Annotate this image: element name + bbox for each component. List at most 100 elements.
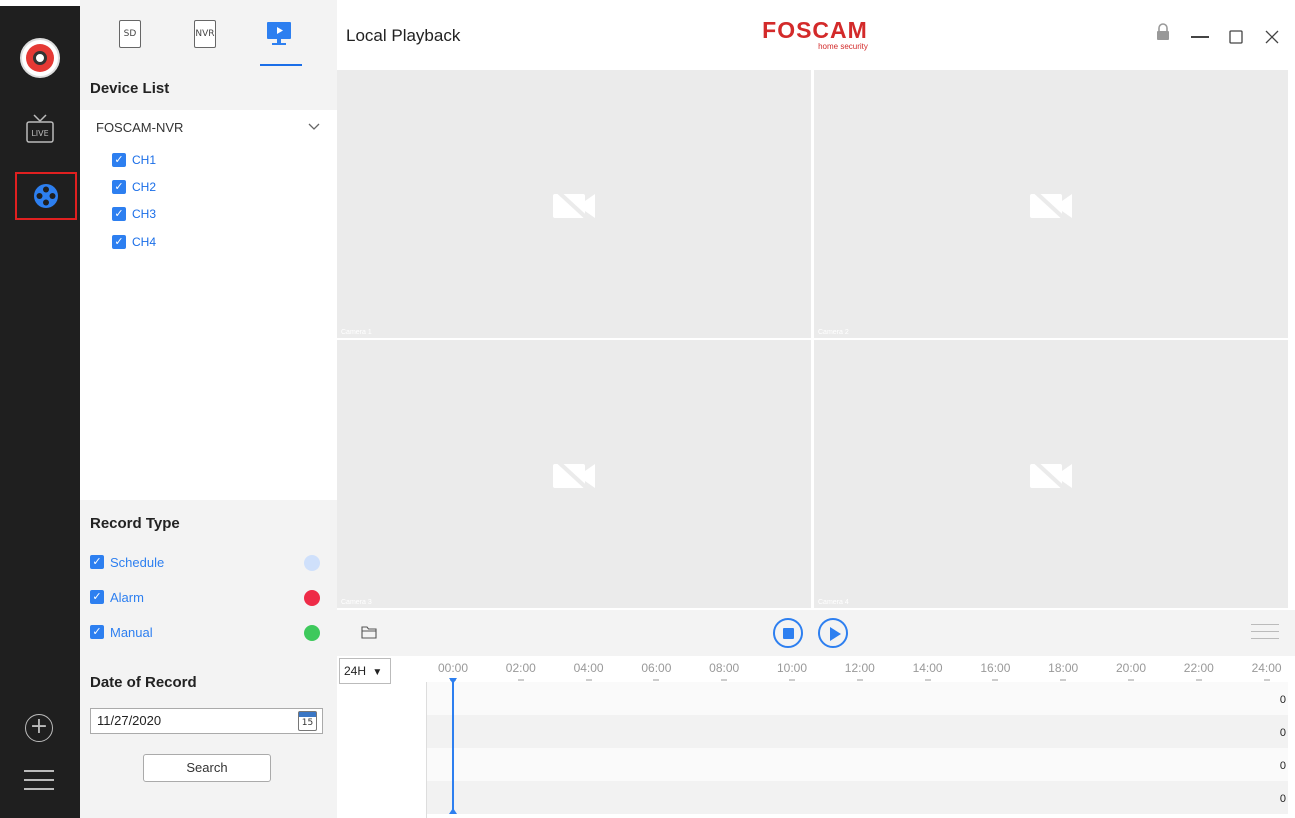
schedule-color-dot: [304, 555, 320, 571]
checkbox-checked-icon[interactable]: ✓: [90, 625, 104, 639]
checkbox-checked-icon[interactable]: ✓: [112, 207, 126, 221]
video-cell-1[interactable]: Camera 1: [337, 70, 811, 338]
brand-tagline: home security: [818, 42, 868, 51]
menu-icon[interactable]: [24, 770, 54, 792]
channel-label: CH1: [132, 153, 157, 167]
timeline-tick-label: 04:00: [573, 661, 604, 675]
device-list: FOSCAM-NVR ✓ CH1 ✓ CH2 ✓ CH3 ✓ CH4: [80, 110, 337, 500]
channel-item-ch4[interactable]: ✓ CH4: [112, 234, 156, 250]
play-icon: [830, 627, 841, 641]
time-scale-value: 24H: [344, 664, 367, 678]
navigation-rail: LIVE +: [0, 0, 80, 818]
track-value: 0: [1279, 727, 1286, 739]
side-panel: SD NVR Device List FOSCAM-NVR ✓ CH1 ✓ CH…: [80, 0, 337, 818]
checkbox-checked-icon[interactable]: ✓: [112, 153, 126, 167]
maximize-icon[interactable]: [1228, 26, 1244, 50]
no-video-icon: [1029, 456, 1072, 494]
track-value: 0: [1279, 694, 1286, 706]
calendar-icon[interactable]: 15: [298, 711, 317, 731]
checkbox-checked-icon[interactable]: ✓: [112, 180, 126, 194]
timeline-tick-label: 18:00: [1048, 661, 1079, 675]
video-grid: Camera 1 Camera 2 Camera 3 Camera 4: [337, 70, 1289, 608]
channel-item-ch2[interactable]: ✓ CH2: [112, 179, 156, 195]
checkbox-checked-icon[interactable]: ✓: [90, 555, 104, 569]
no-video-icon: [552, 456, 595, 494]
search-button[interactable]: Search: [143, 754, 271, 782]
no-video-icon: [552, 186, 595, 224]
time-scale-dropdown[interactable]: 24H ▼: [339, 658, 391, 684]
track-value: 0: [1279, 760, 1286, 772]
video-cell-2[interactable]: Camera 2: [814, 70, 1288, 338]
channel-item-ch3[interactable]: ✓ CH3: [112, 206, 156, 222]
folder-icon[interactable]: [361, 624, 377, 639]
playback-controls: [337, 610, 1295, 656]
camera-label: Camera 3: [341, 599, 372, 606]
checkbox-checked-icon[interactable]: ✓: [112, 235, 126, 249]
checkbox-checked-icon[interactable]: ✓: [90, 590, 104, 604]
source-tabs: SD NVR: [80, 0, 337, 70]
timeline-track-4: 0: [427, 781, 1288, 814]
timeline-track-2: 0: [427, 715, 1288, 748]
timeline-tick-label: 14:00: [912, 661, 943, 675]
play-button[interactable]: [818, 618, 848, 648]
device-list-title: Device List: [90, 80, 170, 97]
local-pc-tab[interactable]: [266, 20, 292, 50]
record-type-title: Record Type: [90, 515, 180, 532]
timeline-tick-mark: [924, 679, 931, 681]
timeline-tick-mark: [856, 679, 863, 681]
timeline-tracks[interactable]: 0 0 0 0: [426, 682, 1288, 818]
dropdown-arrow-icon: ▼: [372, 667, 383, 678]
sd-card-tab[interactable]: SD: [119, 20, 145, 50]
channel-label: CH4: [132, 235, 157, 249]
timeline-tick-mark: [1263, 679, 1270, 681]
channel-label: CH3: [132, 207, 157, 221]
video-cell-4[interactable]: Camera 4: [814, 340, 1288, 608]
live-tv-icon[interactable]: LIVE: [24, 112, 56, 146]
timeline-tick-label: 10:00: [776, 661, 808, 675]
stop-icon: [782, 627, 794, 639]
monitor-play-icon: [267, 22, 291, 45]
stop-button[interactable]: [773, 618, 803, 648]
timeline-tick-label: 20:00: [1115, 661, 1147, 675]
timeline-tick-mark: [1060, 679, 1067, 681]
date-of-record-title: Date of Record: [90, 674, 197, 691]
timeline-tick-label: 24:00: [1251, 661, 1282, 675]
minimize-icon[interactable]: [1190, 24, 1210, 48]
timeline-tick-label: 02:00: [505, 661, 536, 675]
add-device-icon[interactable]: +: [25, 714, 53, 742]
brand-logo: FOSCAM home security: [745, 18, 885, 52]
record-type-manual[interactable]: ✓ Manual: [90, 623, 320, 641]
nvr-tab[interactable]: NVR: [194, 20, 220, 50]
live-label: LIVE: [31, 129, 48, 138]
playback-nav-button[interactable]: [15, 172, 77, 220]
timeline-tick-mark: [992, 679, 999, 681]
timeline-cursor[interactable]: [452, 680, 454, 814]
no-video-icon: [1029, 186, 1072, 224]
brand-name: FOSCAM: [762, 17, 868, 43]
timeline-cursor-bottom[interactable]: [449, 808, 457, 814]
camera-label: Camera 1: [341, 329, 372, 336]
page-title: Local Playback: [346, 26, 461, 45]
record-type-schedule[interactable]: ✓ Schedule: [90, 553, 320, 571]
timeline-tick-label: 22:00: [1183, 661, 1214, 675]
video-cell-3[interactable]: Camera 3: [337, 340, 811, 608]
list-menu-icon[interactable]: [1251, 624, 1279, 645]
track-value: 0: [1279, 793, 1286, 805]
timeline-tick-label: 00:00: [437, 661, 469, 675]
channel-item-ch1[interactable]: ✓ CH1: [112, 152, 156, 168]
timeline-tick-mark: [721, 679, 728, 681]
record-type-alarm[interactable]: ✓ Alarm: [90, 588, 320, 606]
timeline-tick-mark: [1195, 679, 1202, 681]
record-type-label: Manual: [110, 624, 153, 640]
timeline[interactable]: 24H ▼ 00:00 02:00 04:00 06:00 08:00 10:00 12:0…: [337, 656, 1295, 818]
device-name[interactable]: FOSCAM-NVR: [96, 120, 183, 135]
app-logo-icon: [20, 38, 60, 78]
date-field[interactable]: 11/27/2020: [90, 708, 323, 734]
close-icon[interactable]: [1264, 26, 1280, 50]
alarm-color-dot: [304, 590, 320, 606]
playback-film-icon: [34, 184, 58, 208]
lock-icon[interactable]: [1155, 22, 1171, 46]
nvr-icon: NVR: [194, 20, 216, 48]
chevron-down-icon[interactable]: [308, 120, 320, 134]
camera-label: Camera 2: [818, 329, 849, 336]
